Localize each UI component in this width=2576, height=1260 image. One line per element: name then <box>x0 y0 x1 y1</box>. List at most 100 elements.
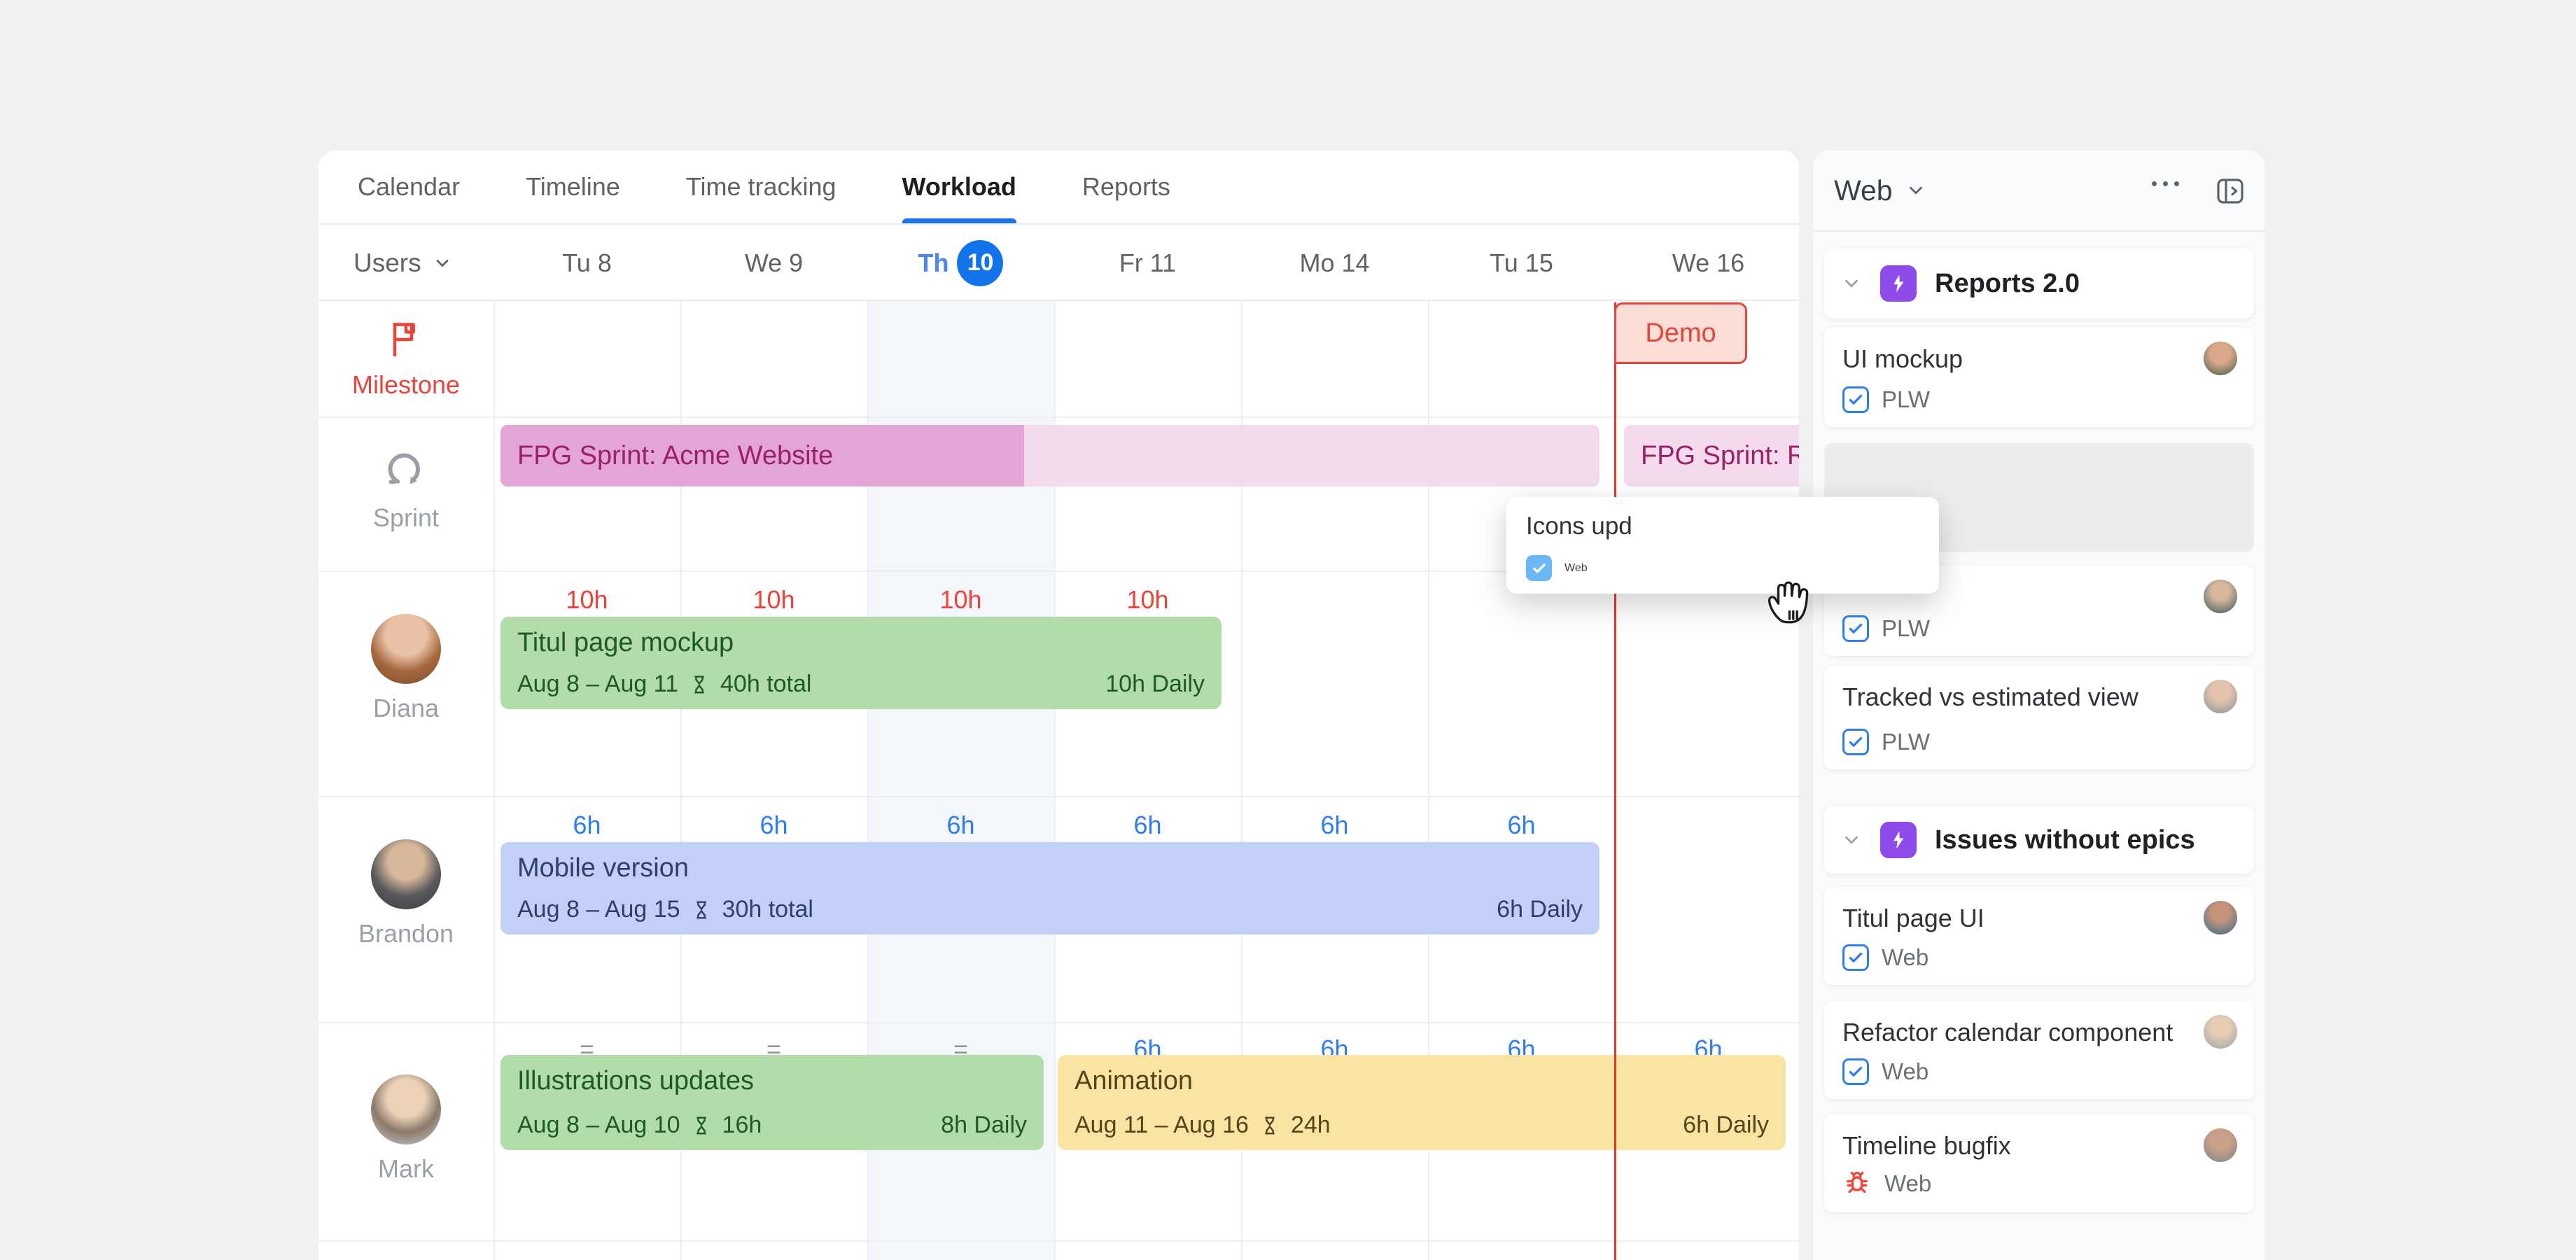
task-daily: 6h Daily <box>1497 896 1583 923</box>
day-label[interactable]: Tu 15 <box>1428 226 1615 300</box>
card-tag: Web <box>1882 944 1928 971</box>
hour-label[interactable]: 10h <box>493 584 680 615</box>
checkbox-checked-icon[interactable] <box>1842 615 1869 642</box>
row-divider <box>318 1240 1799 1242</box>
task-dates: Aug 8 – Aug 10 <box>517 1112 680 1139</box>
task-daily: 10h Daily <box>1105 671 1205 698</box>
card-title: UI mockup <box>1842 344 2236 374</box>
card-timeline-bugfix[interactable]: Timeline bugfix Web <box>1824 1114 2254 1212</box>
day-label[interactable]: Mo 14 <box>1241 226 1428 300</box>
hour-label[interactable]: 10h <box>1054 584 1241 615</box>
board-dropdown[interactable]: Web <box>1834 150 1926 230</box>
dragged-card-icons-upd[interactable]: Icons upd Web <box>1506 497 1939 594</box>
task-total: 24h <box>1291 1112 1331 1139</box>
card-tracked-vs-estimated-view[interactable]: Tracked vs estimated view PLW <box>1824 666 2254 769</box>
day-label-today[interactable]: Th 10 <box>867 226 1054 300</box>
day-label[interactable]: Fr 11 <box>1054 226 1241 300</box>
day-label[interactable]: We 16 <box>1615 226 1799 300</box>
card-title: Timeline bugfix <box>1842 1131 2236 1161</box>
day-label[interactable]: We 9 <box>680 226 867 300</box>
card-tag: Web <box>1882 1058 1928 1085</box>
milestone-marker-line <box>1614 302 1616 1260</box>
sprint-bar-acme-website[interactable]: FPG Sprint: Acme Website <box>500 425 1600 486</box>
bug-icon <box>1842 1169 1872 1198</box>
hour-label[interactable] <box>1615 810 1799 841</box>
more-options-icon[interactable] <box>2152 181 2179 186</box>
row-divider <box>318 1022 1799 1023</box>
hour-label[interactable]: 6h <box>680 810 867 841</box>
milestone-flag-icon <box>384 317 428 362</box>
dragged-card-tag: Web <box>1564 562 1588 575</box>
card-tag: PLW <box>1882 386 1930 413</box>
tab-timeline[interactable]: Timeline <box>526 150 620 223</box>
workload-panel: Calendar Timeline Time tracking Workload… <box>318 150 1799 1260</box>
hours-row-brandon: 6h 6h 6h 6h 6h 6h <box>493 810 1799 841</box>
checkbox-checked-icon[interactable] <box>1842 729 1869 755</box>
hour-label[interactable]: 10h <box>867 584 1054 615</box>
sprint-loop-icon <box>380 443 432 495</box>
section-title: Reports 2.0 <box>1935 269 2080 299</box>
task-bar-animation[interactable]: Animation Aug 11 – Aug 16 24h 6h Daily <box>1058 1055 1786 1150</box>
section-title: Issues without epics <box>1935 825 2195 855</box>
hour-label[interactable]: 6h <box>1428 810 1615 841</box>
sprint-bar-label: FPG Sprint: Re <box>1641 425 1799 486</box>
card-ui-mockup[interactable]: UI mockup PLW <box>1824 328 2254 427</box>
hourglass-icon <box>688 673 710 696</box>
card-title: Refactor calendar component <box>1842 1018 2236 1047</box>
day-label[interactable]: Tu 8 <box>493 226 680 300</box>
today-date-badge: 10 <box>957 240 1003 286</box>
task-dates: Aug 11 – Aug 16 <box>1074 1112 1249 1139</box>
hour-label[interactable]: 6h <box>1241 810 1428 841</box>
board-dropdown-label: Web <box>1834 174 1893 207</box>
avatar <box>370 838 442 911</box>
hourglass-icon <box>1259 1114 1281 1137</box>
hour-label[interactable]: 10h <box>680 584 867 615</box>
checkbox-checked-filled-icon <box>1526 555 1552 581</box>
hour-label[interactable] <box>1241 584 1428 615</box>
section-header-reports-2-0[interactable]: Reports 2.0 <box>1824 248 2254 318</box>
milestone-chip-demo[interactable]: Demo <box>1614 302 1747 364</box>
date-header: Users Tu 8 We 9 Th 10 Fr 11 Mo 14 Tu 15 … <box>318 226 1799 301</box>
collapse-panel-icon[interactable] <box>2213 174 2247 208</box>
lane-user-diana[interactable]: Diana <box>318 612 493 723</box>
checkbox-checked-icon[interactable] <box>1842 944 1869 971</box>
users-dropdown-label: Users <box>354 248 421 278</box>
card-refactor-calendar-component[interactable]: Refactor calendar component Web <box>1824 1001 2254 1099</box>
epic-icon <box>1880 265 1917 302</box>
avatar <box>2202 578 2239 615</box>
card-tag: PLW <box>1882 729 1930 755</box>
avatar <box>2202 1127 2239 1163</box>
checkbox-checked-icon[interactable] <box>1842 386 1869 413</box>
tab-reports[interactable]: Reports <box>1082 150 1170 223</box>
lane-user-mark[interactable]: Mark <box>318 1073 493 1184</box>
checkbox-checked-icon[interactable] <box>1842 1058 1869 1085</box>
avatar <box>2202 1014 2239 1050</box>
hourglass-icon <box>690 899 713 921</box>
milestone-chip-label: Demo <box>1645 318 1716 349</box>
tab-calendar[interactable]: Calendar <box>358 150 460 223</box>
lane-milestone[interactable]: Milestone <box>318 317 493 400</box>
tab-workload[interactable]: Workload <box>902 150 1016 223</box>
card-titul-page-ui[interactable]: Titul page UI Web <box>1824 887 2254 985</box>
lane-user-brandon[interactable]: Brandon <box>318 838 493 948</box>
users-dropdown[interactable]: Users <box>354 226 452 300</box>
hour-label[interactable]: 6h <box>867 810 1054 841</box>
task-dates: Aug 8 – Aug 15 <box>517 896 680 923</box>
task-bar-mobile-version[interactable]: Mobile version Aug 8 – Aug 15 30h total … <box>500 842 1600 934</box>
sprint-bar-next[interactable]: FPG Sprint: Re <box>1624 425 1799 486</box>
member-name: Mark <box>378 1154 434 1184</box>
hour-label[interactable]: 6h <box>1054 810 1241 841</box>
task-total: 30h total <box>722 896 813 923</box>
task-bar-illustrations-updates[interactable]: Illustrations updates Aug 8 – Aug 10 16h… <box>500 1055 1044 1150</box>
tab-time-tracking[interactable]: Time tracking <box>686 150 836 223</box>
hour-label[interactable]: 6h <box>493 810 680 841</box>
backlog-header: Web <box>1813 150 2264 232</box>
card-tag: Web <box>1884 1170 1931 1197</box>
section-header-issues-without-epics[interactable]: Issues without epics <box>1824 806 2254 874</box>
avatar <box>2202 678 2239 715</box>
task-bar-titul-page-mockup[interactable]: Titul page mockup Aug 8 – Aug 11 40h tot… <box>500 617 1222 709</box>
day-labels: Tu 8 We 9 Th 10 Fr 11 Mo 14 Tu 15 We 16 <box>493 226 1799 300</box>
avatar <box>370 612 442 685</box>
chevron-down-icon <box>1841 830 1862 850</box>
lane-sprint[interactable]: Sprint <box>318 443 493 533</box>
